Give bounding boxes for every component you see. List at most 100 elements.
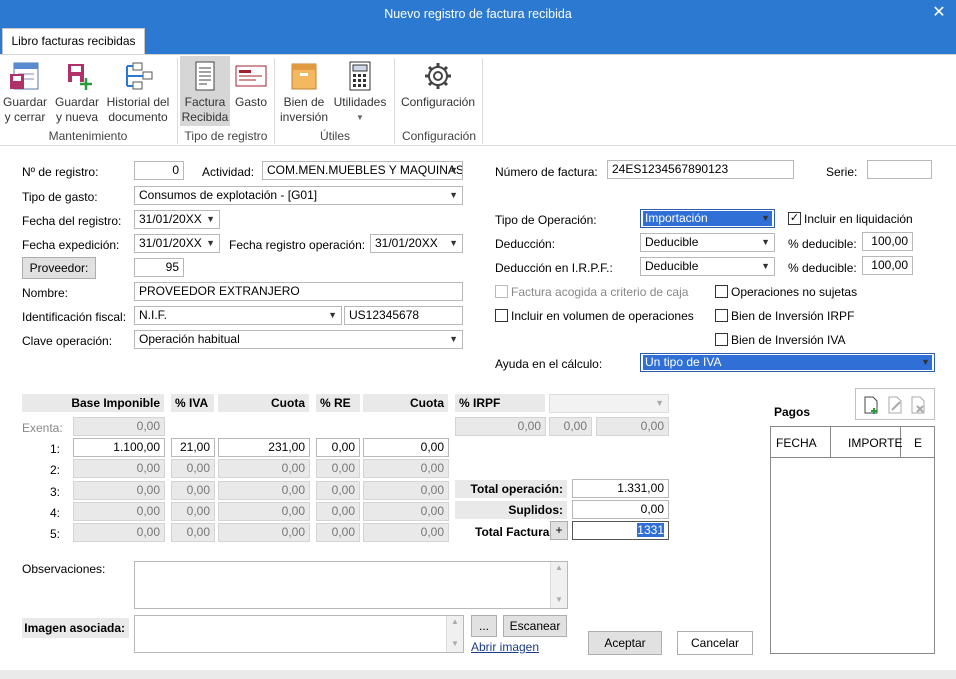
cuota-input[interactable]: 0,00 (218, 481, 310, 500)
exenta-input[interactable]: 0,00 (73, 417, 165, 436)
save-close-icon (10, 62, 39, 90)
deduccion-label: Deducción: (495, 237, 556, 251)
imagen-scrollbar[interactable]: ▲ ▼ (446, 616, 463, 652)
observaciones-textarea[interactable] (134, 561, 568, 609)
serie-input[interactable] (867, 160, 932, 179)
iva-input[interactable]: 0,00 (171, 502, 215, 521)
proveedor-input[interactable]: 95 (134, 258, 184, 277)
cuota-re-input[interactable]: 0,00 (363, 502, 449, 521)
suplidos-input[interactable]: 0,00 (572, 500, 669, 519)
cuota-re-input[interactable]: 0,00 (363, 459, 449, 478)
cuota-re-input[interactable]: 0,00 (363, 481, 449, 500)
cancelar-button[interactable]: Cancelar (677, 631, 753, 655)
factura-recibida-button[interactable]: Factura Recibida (180, 56, 230, 126)
plus-button[interactable]: + (550, 521, 568, 540)
tipo-gasto-select[interactable]: Consumos de explotación - [G01] ▼ (134, 186, 463, 205)
base-input[interactable]: 0,00 (73, 502, 165, 521)
cuota-re-input[interactable]: 0,00 (363, 523, 449, 542)
iva-input[interactable]: 0,00 (171, 523, 215, 542)
bien-iva-checkbox[interactable] (715, 333, 728, 346)
total-factura-input[interactable]: 1331 (572, 521, 669, 540)
volumen-op-label: Incluir en volumen de operaciones (511, 309, 694, 323)
pagos-col-e[interactable]: E (914, 436, 922, 450)
edit-document-icon[interactable] (887, 396, 903, 417)
deduccion-irpf-select[interactable]: Deducible ▼ (640, 257, 775, 276)
history-button[interactable]: Historial del documento (104, 60, 172, 126)
base-input[interactable]: 1.100,00 (73, 438, 165, 457)
aceptar-button[interactable]: Aceptar (588, 631, 662, 655)
num-factura-input[interactable]: 24ES1234567890123 (607, 160, 794, 179)
observaciones-scrollbar[interactable]: ▲ ▼ (550, 562, 567, 608)
pagos-col-importe[interactable]: IMPORTE (848, 436, 902, 450)
actividad-select[interactable]: COM.MEN.MUEBLES Y MAQUINAS D ▼ (262, 161, 463, 180)
close-icon[interactable]: ✕ (930, 0, 948, 28)
irpf-select[interactable]: ▼ (549, 394, 669, 413)
ident-fiscal-input[interactable]: US12345678 (344, 306, 463, 325)
num-factura-label: Número de factura: (495, 165, 598, 179)
clave-op-select[interactable]: Operación habitual ▼ (134, 330, 463, 349)
bien-inversion-button[interactable]: Bien de inversión (280, 60, 328, 126)
scroll-up-icon[interactable]: ▲ (551, 562, 567, 574)
ayuda-select[interactable]: Un tipo de IVA ▼ (640, 353, 935, 372)
configuracion-button[interactable]: Configuración (400, 60, 476, 126)
save-new-icon (68, 64, 92, 90)
re-input[interactable]: 0,00 (316, 459, 360, 478)
criterio-caja-checkbox[interactable] (495, 285, 508, 298)
scroll-up-icon[interactable]: ▲ (447, 616, 463, 628)
ident-fiscal-select[interactable]: N.I.F. ▼ (134, 306, 342, 325)
proveedor-button[interactable]: Proveedor: (22, 257, 96, 279)
scroll-down-icon[interactable]: ▼ (551, 594, 567, 606)
deduccion-select[interactable]: Deducible ▼ (640, 233, 775, 252)
fecha-expedicion-input[interactable]: 31/01/20XX ▼ (134, 234, 220, 253)
cuota-input[interactable]: 0,00 (218, 502, 310, 521)
row-label: 4: (49, 506, 60, 520)
utilidades-button[interactable]: Utilidades ▼ (332, 60, 388, 126)
cuota-input[interactable]: 0,00 (218, 459, 310, 478)
base-input[interactable]: 0,00 (73, 481, 165, 500)
save-new-button[interactable]: Guardar y nueva (52, 60, 102, 126)
fecha-registro-label: Fecha del registro: (22, 214, 122, 228)
pct-deducible-irpf-input[interactable]: 100,00 (862, 256, 913, 275)
gasto-button[interactable]: Gasto (232, 60, 270, 126)
cuota-input[interactable]: 0,00 (218, 523, 310, 542)
pct-deducible-input[interactable]: 100,00 (862, 232, 913, 251)
actividad-value: COM.MEN.MUEBLES Y MAQUINAS D (267, 163, 463, 177)
tipo-op-select[interactable]: Importación ▼ (640, 209, 775, 228)
delete-document-icon[interactable] (910, 396, 926, 417)
irpf-base-input[interactable]: 0,00 (455, 417, 546, 436)
cuota-input[interactable]: 231,00 (218, 438, 310, 457)
base-input[interactable]: 0,00 (73, 459, 165, 478)
bien-irpf-label: Bien de Inversión IRPF (731, 309, 855, 323)
save-close-button[interactable]: Guardar y cerrar (2, 60, 48, 126)
fecha-registro-input[interactable]: 31/01/20XX ▼ (134, 210, 220, 229)
irpf-pct-input[interactable]: 0,00 (549, 417, 592, 436)
volumen-op-checkbox[interactable] (495, 309, 508, 322)
abrir-imagen-link[interactable]: Abrir imagen (471, 640, 539, 654)
imagen-field[interactable] (134, 615, 464, 653)
nombre-input[interactable]: PROVEEDOR EXTRANJERO (134, 282, 463, 301)
suplidos-label: Suplidos: (455, 501, 567, 519)
num-registro-input[interactable]: 0 (134, 161, 184, 180)
base-input[interactable]: 0,00 (73, 523, 165, 542)
irpf-cuota-input[interactable]: 0,00 (596, 417, 669, 436)
iva-input[interactable]: 0,00 (171, 481, 215, 500)
header-irpf: % IRPF (455, 394, 545, 412)
no-sujetas-checkbox[interactable] (715, 285, 728, 298)
tab-libro-facturas[interactable]: Libro facturas recibidas (2, 28, 145, 55)
re-input[interactable]: 0,00 (316, 523, 360, 542)
browse-button[interactable]: ... (471, 615, 497, 637)
re-input[interactable]: 0,00 (316, 438, 360, 457)
re-input[interactable]: 0,00 (316, 481, 360, 500)
escanear-button[interactable]: Escanear (503, 615, 567, 637)
total-op-input[interactable]: 1.331,00 (572, 479, 669, 498)
fecha-reg-op-input[interactable]: 31/01/20XX ▼ (370, 234, 463, 253)
cuota-re-input[interactable]: 0,00 (363, 438, 449, 457)
incluir-liquidacion-checkbox[interactable]: ✓ (788, 212, 801, 225)
pagos-col-fecha[interactable]: FECHA (776, 436, 817, 450)
scroll-down-icon[interactable]: ▼ (447, 638, 463, 650)
iva-input[interactable]: 21,00 (171, 438, 215, 457)
new-document-icon[interactable] (863, 396, 879, 417)
iva-input[interactable]: 0,00 (171, 459, 215, 478)
bien-irpf-checkbox[interactable] (715, 309, 728, 322)
re-input[interactable]: 0,00 (316, 502, 360, 521)
